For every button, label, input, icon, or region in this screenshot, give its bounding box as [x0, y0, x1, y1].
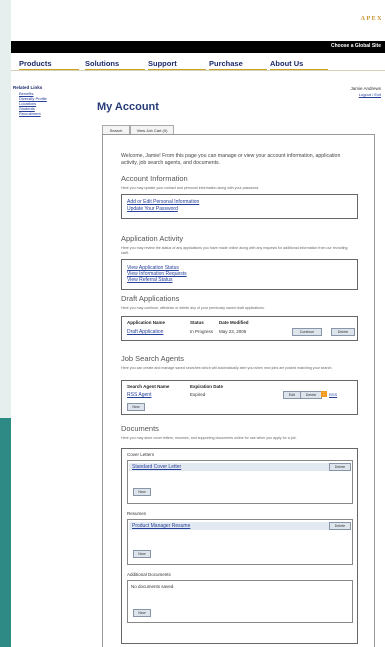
nav-divider [11, 70, 385, 71]
delete-draft-button[interactable]: Delete [331, 328, 355, 336]
sidebar: Related Links Benefits Diversity Profile… [13, 85, 103, 116]
col-date-modified: Date Modified [219, 320, 249, 325]
new-agent-button[interactable]: New [127, 403, 145, 411]
rss-feed-icon[interactable]: ∷ [321, 391, 327, 397]
application-activity-box: View Application Status View Information… [121, 259, 358, 290]
application-activity-title: Application Activity [121, 234, 184, 243]
additional-documents-box: No documents saved. New [127, 580, 353, 623]
nav-support[interactable]: Support [148, 59, 206, 71]
draft-date: May 23, 2006 [219, 329, 247, 334]
application-activity-desc: Here you may review the status of any ap… [121, 246, 348, 255]
delete-resume-button[interactable]: Delete [329, 522, 351, 530]
user-name: Jamie Andrews [350, 86, 381, 91]
cover-letters-box: Standard Cover Letter Delete New [127, 460, 353, 504]
nav-solutions[interactable]: Solutions [85, 59, 145, 71]
new-cover-letter-button[interactable]: New [133, 488, 151, 496]
product-manager-resume-link[interactable]: Product Manager Resume [132, 523, 190, 529]
resume-row: Product Manager Resume Delete [129, 522, 351, 530]
col-application-name: Application Name [127, 320, 166, 325]
logout-link[interactable]: Logout / Exit [359, 92, 381, 97]
standard-cover-letter-link[interactable]: Standard Cover Letter [132, 464, 181, 470]
sidebar-links: Benefits Diversity Profile Locations Stu… [19, 91, 103, 116]
draft-status: In Progress [190, 329, 214, 334]
account-info-title: Account Information [121, 174, 188, 183]
top-bar: Choose a Global Site [11, 41, 385, 53]
nav-products[interactable]: Products [19, 59, 79, 71]
browser-page: APEX Choose a Global Site Products Solut… [11, 0, 385, 647]
update-password-link[interactable]: Update Your Password [127, 206, 178, 212]
cover-letters-label: Cover Letters [127, 452, 155, 457]
nav-about-us[interactable]: About Us [270, 59, 328, 71]
job-search-agents-desc: Here you can create and manage saved sea… [121, 366, 333, 370]
nav-label: Solutions [85, 59, 120, 68]
cover-letter-row: Standard Cover Letter Delete [129, 463, 351, 471]
col-expiration-date: Expiration Date [190, 384, 224, 389]
delete-cover-letter-button[interactable]: Delete [329, 463, 351, 471]
nav-purchase[interactable]: Purchase [209, 59, 267, 71]
nav-label: Products [19, 59, 52, 68]
edit-agent-button[interactable]: Edit [283, 391, 301, 399]
continue-button[interactable]: Continue [292, 328, 322, 336]
draft-applications-title: Draft Applications [121, 294, 180, 303]
global-site-link[interactable]: Choose a Global Site [331, 43, 381, 49]
draft-applications-desc: Here you may continue, withdraw or delet… [121, 306, 265, 310]
col-search-agent-name: Search Agent Name [127, 384, 170, 389]
additional-documents-label: Additional Documents [127, 572, 171, 577]
view-referral-status-link[interactable]: View Referral Status [127, 277, 172, 283]
documents-desc: Here you may store cover letters, resume… [121, 436, 297, 440]
no-documents-text: No documents saved. [131, 584, 175, 589]
rss-agent-link[interactable]: RSS Agent [127, 392, 151, 398]
edit-personal-info-link[interactable]: Add or Edit Personal Information [127, 199, 199, 205]
new-additional-document-button[interactable]: New [133, 609, 151, 617]
sidebar-title: Related Links [13, 85, 43, 90]
resumes-label: Resumes [127, 511, 147, 516]
page-title: My Account [97, 101, 159, 113]
draft-applications-box: Application Name Status Date Modified Dr… [121, 316, 358, 341]
account-info-box: Add or Edit Personal Information Update … [121, 194, 358, 219]
job-search-agents-box: Search Agent Name Expiration Date RSS Ag… [121, 380, 358, 415]
new-resume-button[interactable]: New [133, 550, 151, 558]
nav-label: About Us [270, 59, 304, 68]
nav-label: Purchase [209, 59, 243, 68]
intro-text: Welcome, Jamie! From this page you can m… [121, 153, 341, 166]
site-logo[interactable]: APEX [361, 16, 383, 22]
documents-title: Documents [121, 424, 159, 433]
resumes-box: Product Manager Resume Delete New [127, 519, 353, 565]
delete-agent-button[interactable]: Delete [300, 391, 322, 399]
agent-expiration: Expired [190, 392, 206, 397]
account-panel: Welcome, Jamie! From this page you can m… [102, 134, 375, 647]
job-search-agents-title: Job Search Agents [121, 354, 184, 363]
sidebar-link-recruitment[interactable]: Recruitment [19, 111, 103, 116]
documents-box: Cover Letters Standard Cover Letter Dele… [121, 448, 358, 644]
nav-label: Support [148, 59, 177, 68]
draft-application-link[interactable]: Draft Application [127, 329, 163, 335]
rss-link[interactable]: RSS [329, 392, 337, 397]
col-status: Status [190, 320, 204, 325]
account-info-desc: Here you may update your contact and per… [121, 186, 260, 190]
